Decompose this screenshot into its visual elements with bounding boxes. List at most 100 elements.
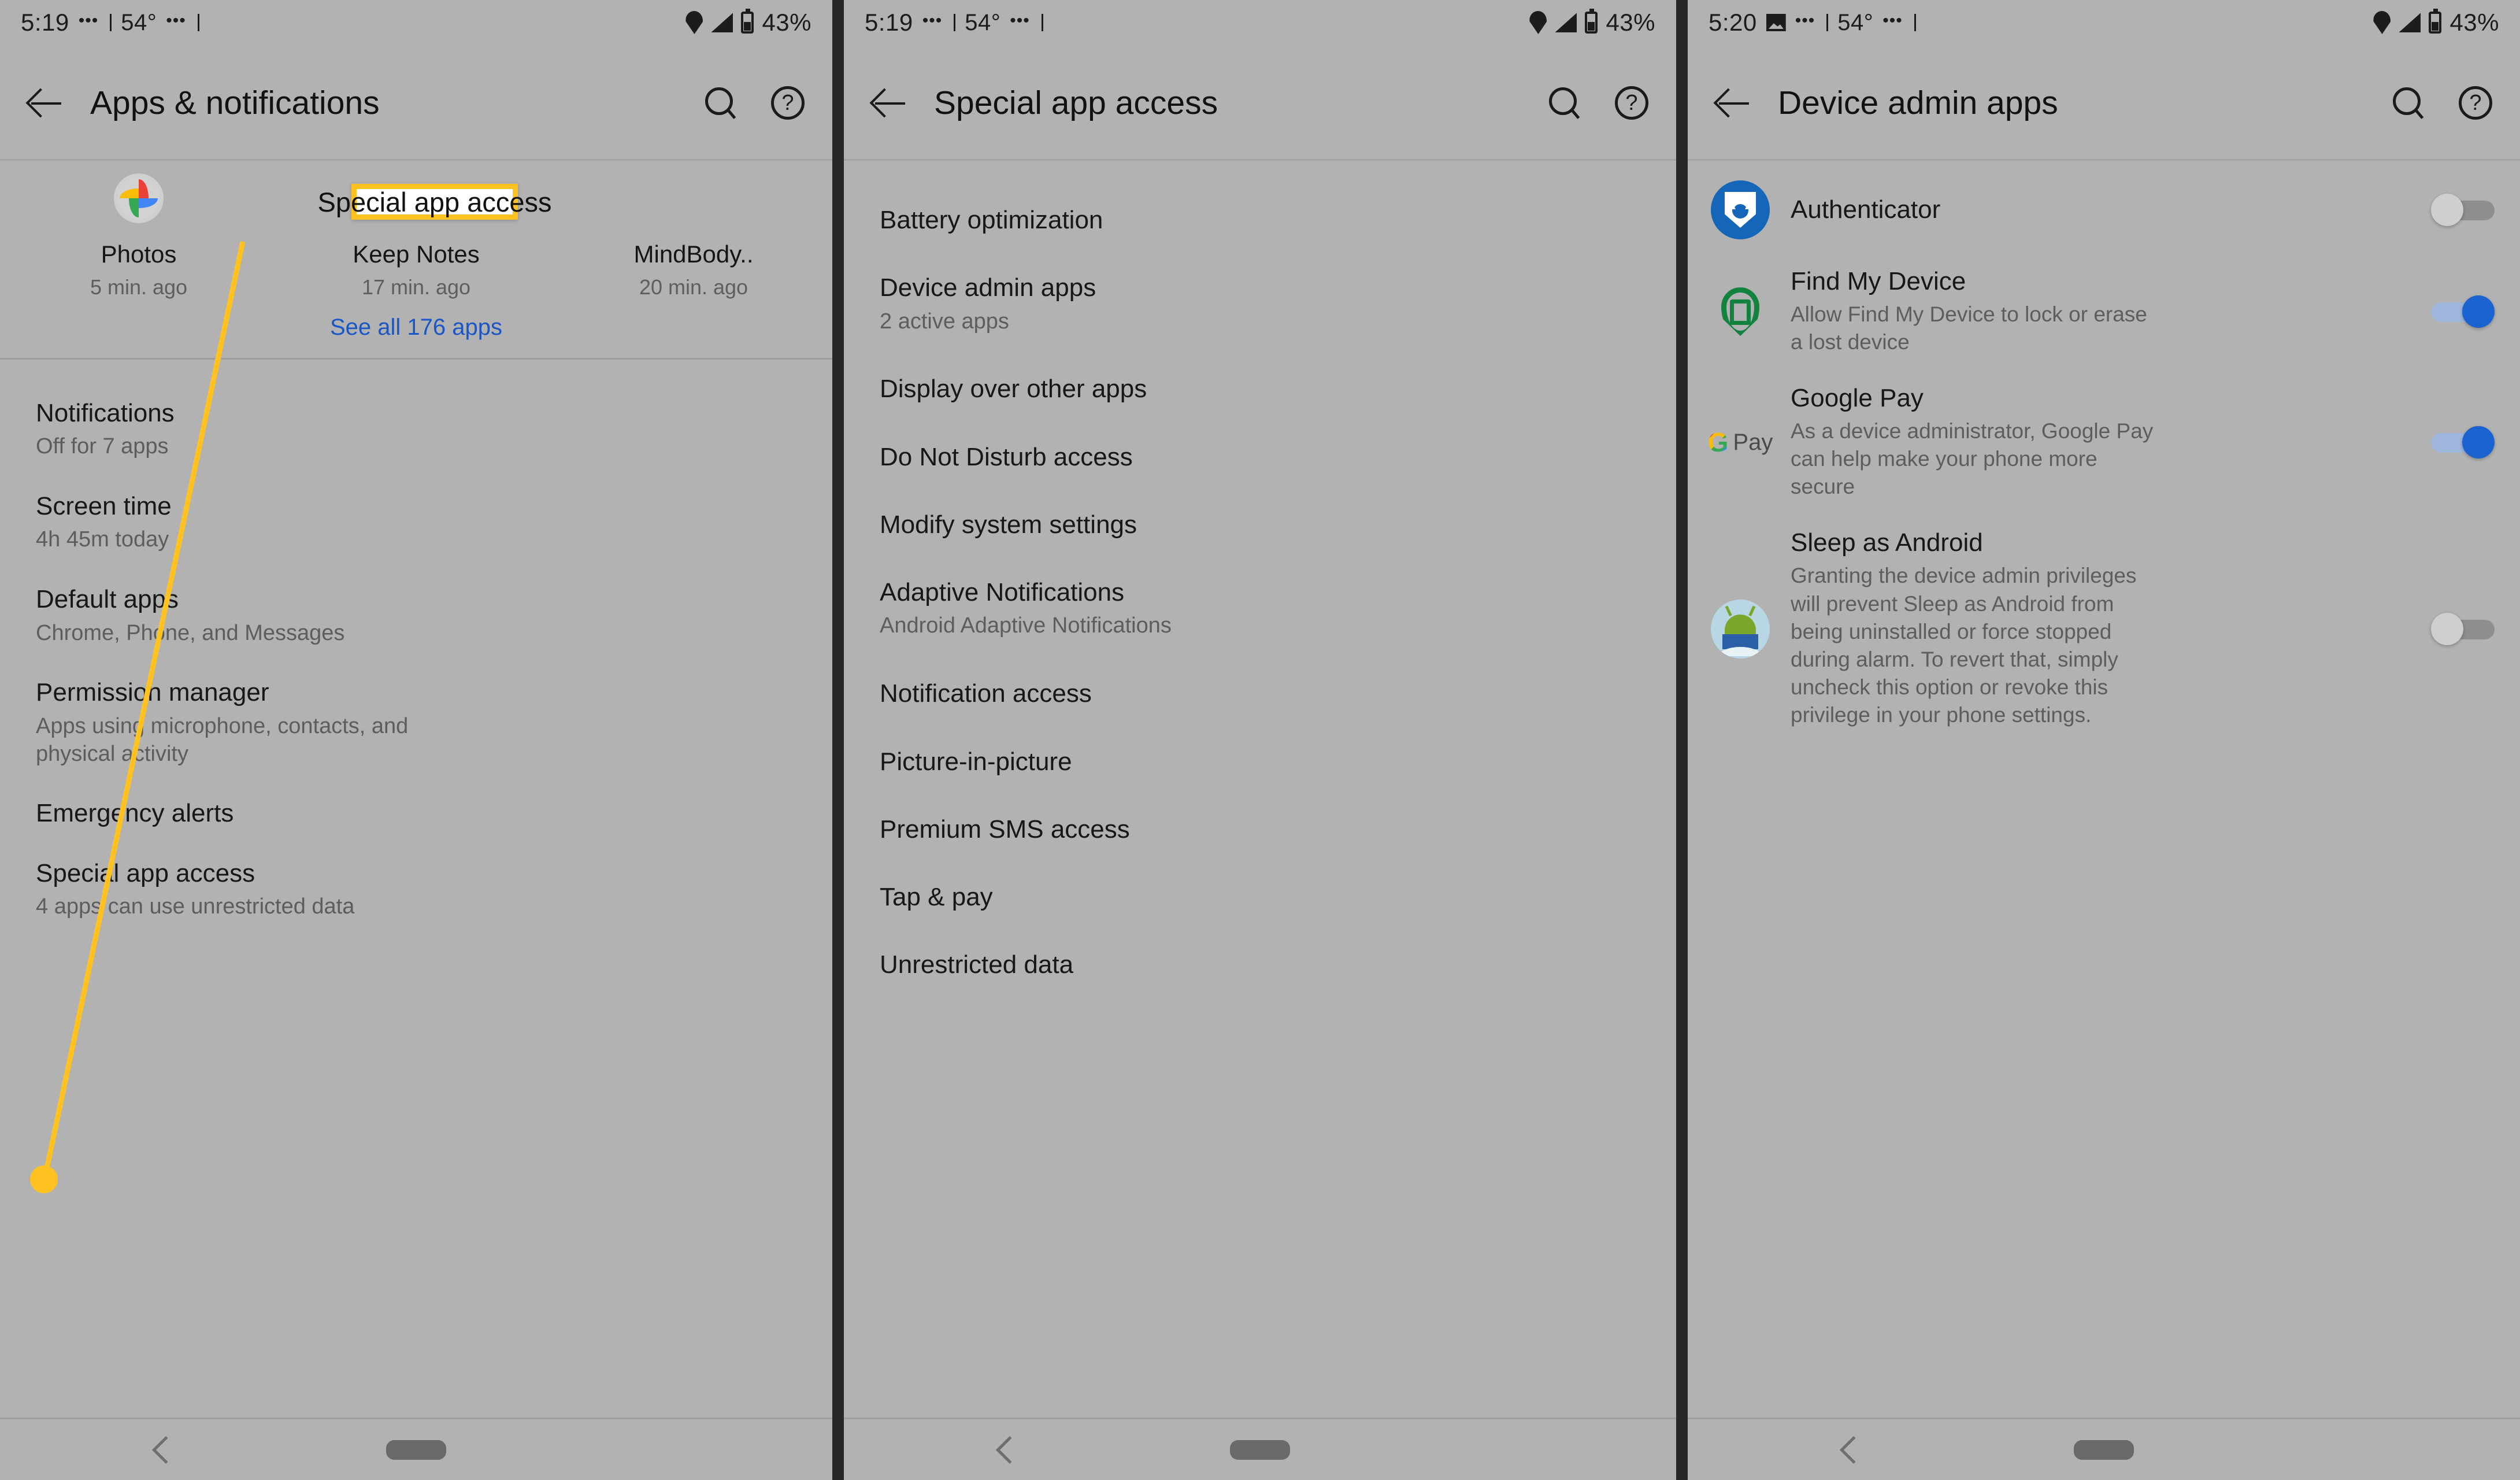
home-pill-icon[interactable] (386, 1440, 446, 1460)
admin-app-toggle[interactable] (2431, 295, 2495, 328)
chevron-left-icon[interactable] (995, 1435, 1024, 1464)
suggested-app-photos[interactable]: Photos 5 min. ago (0, 173, 277, 299)
battery-icon (2429, 9, 2442, 34)
list-item-subtitle: Chrome, Phone, and Messages (36, 620, 345, 645)
page-title: Device admin apps (1778, 84, 2058, 121)
help-icon[interactable]: ? (771, 86, 805, 120)
see-all-apps-link[interactable]: See all 176 apps (0, 299, 832, 358)
list-item-permission-manager[interactable]: Permission manager Apps using microphone… (0, 662, 832, 783)
admin-app-name: Authenticator (1791, 195, 1941, 224)
list-item-title: Notification access (880, 679, 1092, 708)
search-icon[interactable] (704, 86, 738, 120)
status-bar: 5:19 ••• 54° ••• 43% (0, 0, 832, 45)
list-item-title: Battery optimization (880, 206, 1103, 234)
help-glyph: ? (781, 90, 794, 115)
list-item-picture-in-picture[interactable]: Picture-in-picture (844, 728, 1676, 796)
back-arrow-icon[interactable] (1715, 84, 1752, 121)
list-item-title: Device admin apps (880, 273, 1096, 302)
suggested-app-time: 5 min. ago (90, 275, 188, 299)
status-divider (110, 14, 112, 31)
list-item-subtitle: 2 active apps (880, 309, 1009, 334)
toggle-knob (2462, 295, 2495, 328)
list-item-modify-system-settings[interactable]: Modify system settings (844, 491, 1676, 558)
admin-app-find-my-device[interactable]: Find My Device Allow Find My Device to l… (1688, 253, 2520, 370)
find-my-device-pin-icon (1711, 282, 1770, 341)
list-item-notifications[interactable]: Notifications Off for 7 apps (0, 383, 832, 476)
notification-dots-right: ••• (1882, 11, 1903, 30)
list-item-adaptive-notifications[interactable]: Adaptive Notifications Android Adaptive … (844, 558, 1676, 660)
callout-special-app-access: Special app access (318, 184, 551, 220)
help-glyph: ? (1625, 90, 1638, 115)
google-photos-icon (114, 173, 164, 223)
search-icon[interactable] (1548, 86, 1581, 120)
home-pill-icon[interactable] (1230, 1440, 1290, 1460)
signal-icon (1555, 13, 1577, 32)
battery-percent: 43% (762, 9, 811, 36)
panel-device-admin-apps: 5:20 ••• 54° ••• 43% Device admin apps ? (1688, 0, 2520, 1480)
list-item-title: Modify system settings (880, 510, 1137, 539)
toggle-knob (2431, 194, 2463, 226)
admin-app-sleep-as-android[interactable]: Sleep as Android Granting the device adm… (1688, 515, 2520, 743)
admin-app-google-pay[interactable]: G Pay Google Pay As a device administrat… (1688, 370, 2520, 515)
back-arrow-icon[interactable] (872, 84, 909, 121)
list-item-device-admin-apps[interactable]: Device admin apps 2 active apps (844, 254, 1676, 355)
list-item-title: Permission manager (36, 678, 269, 707)
list-item-title: Emergency alerts (36, 799, 234, 828)
signal-icon (2399, 13, 2421, 32)
page-title: Apps & notifications (90, 84, 380, 121)
callout-label: Special app access (317, 186, 552, 217)
list-item-battery-optimization[interactable]: Battery optimization (844, 186, 1676, 254)
status-bar: 5:19 ••• 54° ••• 43% (844, 0, 1676, 45)
screenshot-stage: 5:19 ••• 54° ••• 43% Apps & notification… (0, 0, 2520, 1480)
status-divider-2 (1041, 14, 1043, 31)
admin-app-authenticator[interactable]: Authenticator (1688, 166, 2520, 253)
list-item-unrestricted-data[interactable]: Unrestricted data (844, 931, 1676, 998)
admin-app-toggle[interactable] (2431, 612, 2495, 645)
list-item-do-not-disturb-access[interactable]: Do Not Disturb access (844, 423, 1676, 491)
app-bar: Apps & notifications ? (0, 45, 832, 161)
status-temperature: 54° (965, 9, 1001, 35)
list-item-subtitle: Off for 7 apps (36, 434, 169, 459)
list-item-special-app-access[interactable]: Special app access 4 apps can use unrest… (0, 843, 832, 936)
admin-app-toggle[interactable] (2431, 194, 2495, 226)
google-pay-icon: G Pay (1708, 413, 1773, 472)
suggested-app-time: 17 min. ago (361, 275, 471, 299)
list-item-title: Display over other apps (880, 375, 1147, 404)
chevron-left-icon[interactable] (151, 1435, 180, 1464)
list-item-tap-and-pay[interactable]: Tap & pay (844, 863, 1676, 931)
status-divider-2 (1914, 14, 1916, 31)
list-item-subtitle: Android Adaptive Notifications (880, 613, 1172, 638)
list-item-title: Do Not Disturb access (880, 442, 1133, 471)
status-divider (954, 14, 956, 31)
status-bar: 5:20 ••• 54° ••• 43% (1688, 0, 2520, 45)
help-icon[interactable]: ? (1615, 86, 1648, 120)
list-item-title: Picture-in-picture (880, 747, 1072, 776)
google-pay-label: Pay (1733, 429, 1773, 455)
admin-app-description: Allow Find My Device to lock or erase a … (1791, 302, 2147, 354)
status-time: 5:19 (21, 9, 69, 36)
list-item-title: Notifications (36, 399, 175, 427)
special-access-list: Battery optimization Device admin apps 2… (844, 161, 1676, 999)
list-item-notification-access[interactable]: Notification access (844, 660, 1676, 727)
chevron-left-icon[interactable] (1839, 1435, 1868, 1464)
list-item-emergency-alerts[interactable]: Emergency alerts (0, 783, 832, 842)
location-icon (2373, 11, 2391, 34)
list-item-screen-time[interactable]: Screen time 4h 45m today (0, 476, 832, 569)
help-icon[interactable]: ? (2459, 86, 2492, 120)
list-item-default-apps[interactable]: Default apps Chrome, Phone, and Messages (0, 569, 832, 662)
back-arrow-icon[interactable] (28, 84, 65, 121)
list-item-title: Adaptive Notifications (880, 578, 1125, 607)
suggested-app-mindbody[interactable]: MindBody.. 20 min. ago (555, 173, 832, 299)
sleep-as-android-icon (1711, 599, 1770, 658)
home-pill-icon[interactable] (2074, 1440, 2134, 1460)
list-item-display-over-other-apps[interactable]: Display over other apps (844, 355, 1676, 423)
suggested-app-time: 20 min. ago (639, 275, 748, 299)
list-item-premium-sms-access[interactable]: Premium SMS access (844, 796, 1676, 863)
admin-app-toggle[interactable] (2431, 426, 2495, 459)
notification-dots-right: ••• (1010, 11, 1030, 30)
status-temperature: 54° (1837, 9, 1874, 35)
status-divider (1826, 14, 1829, 31)
list-item-title: Special app access (36, 859, 255, 887)
battery-percent: 43% (2449, 9, 2499, 36)
search-icon[interactable] (2392, 86, 2425, 120)
